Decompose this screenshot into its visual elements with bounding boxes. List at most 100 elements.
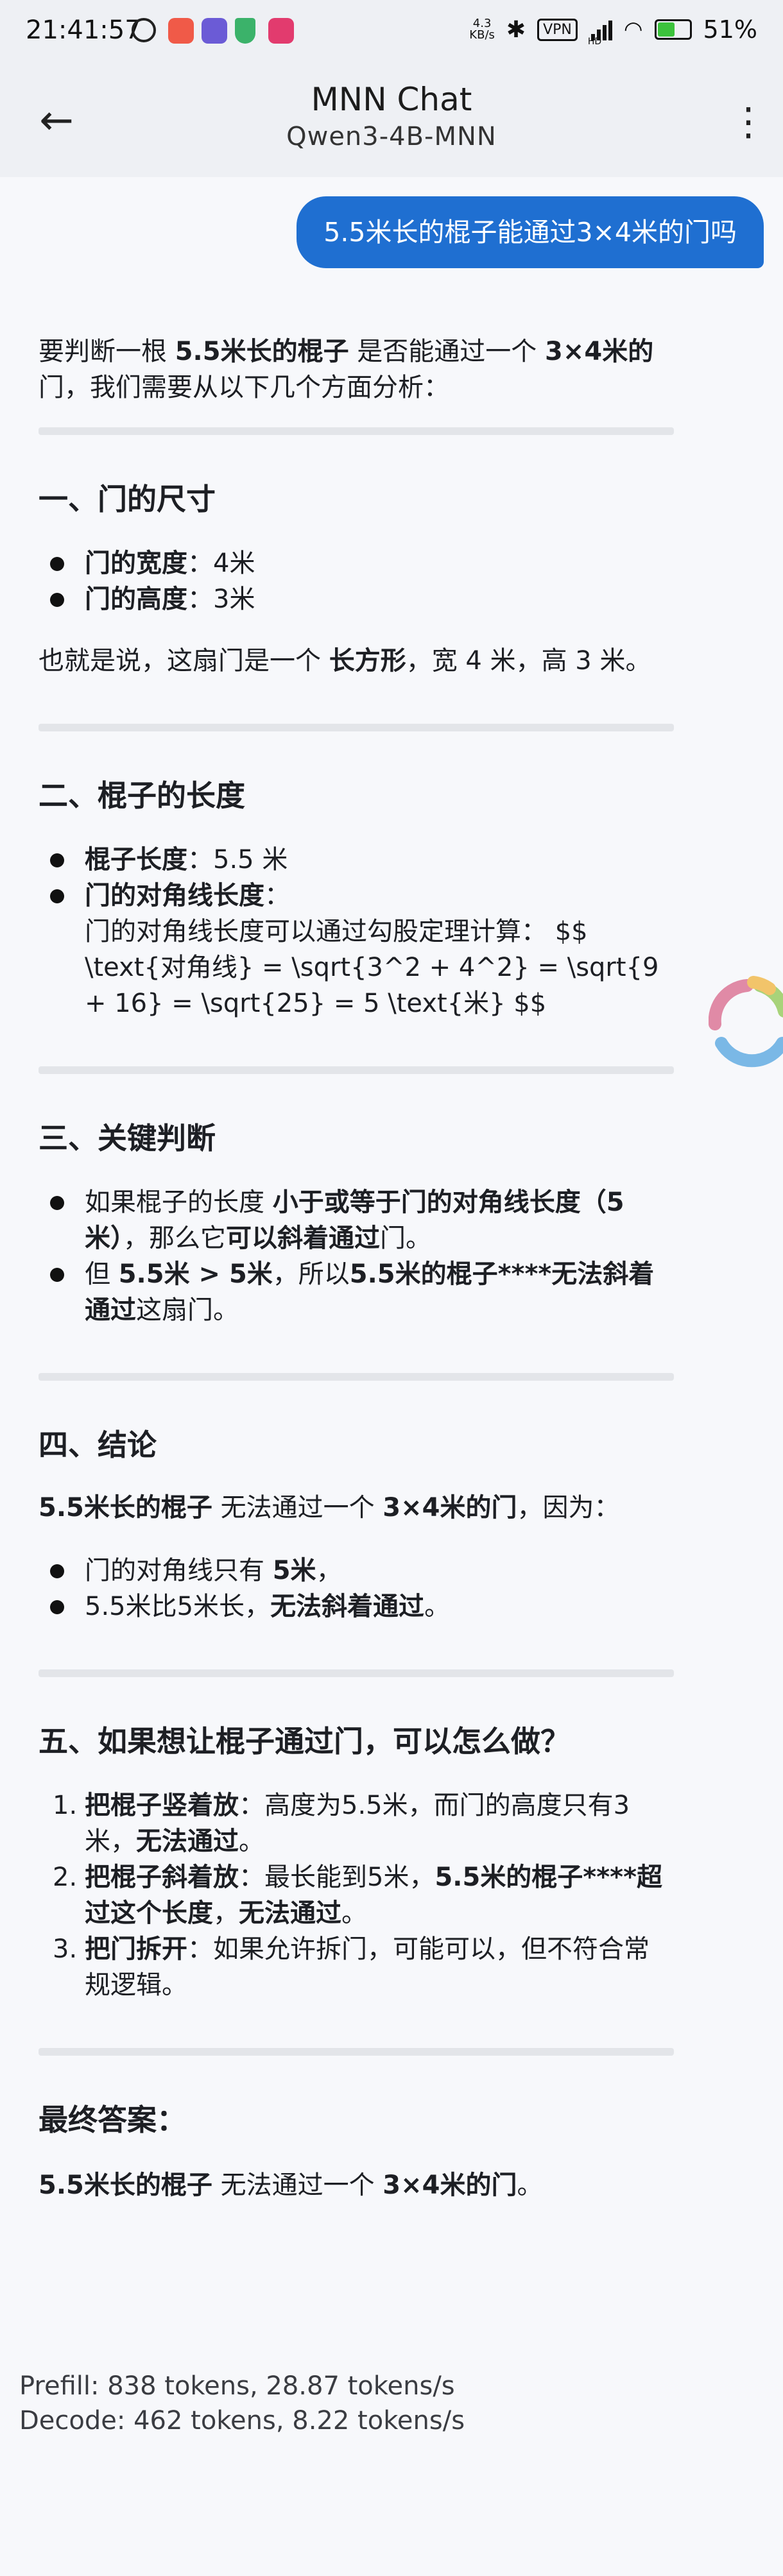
bullet xyxy=(50,889,64,903)
text: 门，我们需要从以下几个方面分析： xyxy=(39,373,449,402)
list-item: 棍子长度：5.5 米 xyxy=(39,842,674,878)
net-speed-unit: KB/s xyxy=(469,28,495,42)
bullet xyxy=(50,593,64,607)
text: ，那么它 xyxy=(123,1224,226,1253)
paragraph: 也就是说，这扇门是一个 长方形，宽 4 米，高 3 米。 xyxy=(39,643,674,679)
list-number: 2. xyxy=(53,1863,78,1892)
bullet-list: 门的宽度：4米 门的高度：3米 xyxy=(39,545,674,617)
text: 。 xyxy=(239,1827,264,1856)
text: ：最长能到5米， xyxy=(239,1863,435,1892)
bold-text: 把棍子竖着放 xyxy=(85,1791,239,1820)
alarm-icon xyxy=(132,18,156,42)
wifi-icon: ◠ xyxy=(623,17,643,42)
hd-label: HD xyxy=(587,37,602,47)
spinner-arc-pink xyxy=(709,979,753,1030)
generation-stats: Prefill: 838 tokens, 28.87 tokens/s Deco… xyxy=(19,2369,465,2438)
bullet xyxy=(50,1268,64,1282)
text: ：5.5 米 xyxy=(187,845,288,874)
list-number: 1. xyxy=(53,1791,78,1820)
list-item: 3. 把门拆开：如果允许拆门，可能可以，但不符合常规逻辑。 xyxy=(39,1931,674,2003)
text: 。 xyxy=(517,2171,543,2200)
loading-spinner-icon xyxy=(709,976,783,1068)
vpn-badge: VPN xyxy=(537,18,578,41)
final-answer: 5.5米长的棍子 无法通过一个 3×4米的门。 xyxy=(39,2167,674,2203)
divider xyxy=(39,1373,674,1381)
section-heading: 三、关键判断 xyxy=(39,1121,216,1156)
spinner-arc-yellow xyxy=(747,976,776,995)
bold-text: 门的对角线长度 xyxy=(85,881,264,910)
text: ，所以 xyxy=(272,1259,350,1289)
text: 。 xyxy=(341,1898,367,1928)
bullet xyxy=(50,1564,64,1578)
net-speed: 4.3 KB/s xyxy=(469,18,495,41)
bold-text: 5.5米长的棍子 xyxy=(39,2171,212,2200)
text: 。 xyxy=(424,1592,451,1621)
bold-text: 无法通过 xyxy=(239,1898,341,1928)
spinner-arc-blue xyxy=(715,1037,783,1068)
list-item: 门的高度：3米 xyxy=(39,581,674,617)
list-item: 5.5米比5米长，无法斜着通过。 xyxy=(39,1589,674,1625)
section-heading: 二、棍子的长度 xyxy=(39,778,245,813)
text: 如果棍子的长度 xyxy=(85,1188,273,1217)
bold-text: 5.5米长的棍子 xyxy=(39,1493,212,1523)
messenger-app-icon xyxy=(202,18,227,44)
list-item: 2. 把棍子斜着放：最长能到5米，5.5米的棍子****超过这个长度，无法通过。 xyxy=(39,1859,674,1931)
bullet xyxy=(50,1196,64,1210)
text: 门的对角线只有 xyxy=(85,1556,273,1585)
app-title: MNN Chat xyxy=(311,81,472,118)
bold-text: 3×4米的门 xyxy=(383,1493,517,1523)
list-item: 但 5.5米 > 5米，所以5.5米的棍子****无法斜着通过这扇门。 xyxy=(39,1256,674,1328)
text: 无法通过一个 xyxy=(212,2171,383,2200)
prefill-stats: Prefill: 838 tokens, 28.87 tokens/s xyxy=(19,2371,455,2401)
video-app-icon xyxy=(168,18,194,44)
bullet-list: 如果棍子的长度 小于或等于门的对角线长度（5米），那么它可以斜着通过门。 但 5… xyxy=(39,1184,674,1328)
divider xyxy=(39,724,674,731)
text: ，因为： xyxy=(517,1493,620,1523)
bold-text: 5米 xyxy=(272,1556,316,1585)
status-right: 4.3 KB/s ✱ VPN HD ◠ 51% xyxy=(469,15,757,47)
bold-text: 无法通过 xyxy=(136,1827,239,1856)
text: ， xyxy=(213,1898,239,1928)
bold-text: 棍子长度 xyxy=(85,845,187,874)
bold-text: 无法斜着通过 xyxy=(270,1592,425,1621)
text: 要判断一根 xyxy=(39,337,175,366)
bold-text: 3×4米的 xyxy=(545,337,654,366)
list-item: 门的对角线长度： 门的对角线长度可以通过勾股定理计算： $$ \text{对角线}… xyxy=(39,878,674,1021)
divider xyxy=(39,427,674,435)
model-name: Qwen3-4B-MNN xyxy=(286,122,497,151)
text: ，宽 4 米，高 3 米。 xyxy=(406,646,651,676)
camera-app-icon xyxy=(268,18,294,44)
bold-text: 门的宽度 xyxy=(85,549,187,578)
battery-level: 51% xyxy=(703,15,757,44)
formula-text: 门的对角线长度可以通过勾股定理计算： $$ \text{对角线} = \sqrt… xyxy=(85,917,659,1018)
bold-text: 把棍子斜着放 xyxy=(85,1863,239,1892)
final-answer-heading: 最终答案： xyxy=(39,2103,186,2137)
text: ， xyxy=(316,1556,342,1585)
section-heading: 四、结论 xyxy=(39,1428,157,1462)
bluetooth-icon: ✱ xyxy=(506,16,526,43)
text: 这扇门。 xyxy=(136,1295,239,1325)
list-item: 如果棍子的长度 小于或等于门的对角线长度（5米），那么它可以斜着通过门。 xyxy=(39,1184,674,1256)
paragraph: 5.5米长的棍子 无法通过一个 3×4米的门，因为： xyxy=(39,1490,674,1526)
text: 门。 xyxy=(380,1224,431,1253)
user-message-bubble[interactable]: 5.5米长的棍子能通过3×4米的门吗 xyxy=(297,196,764,268)
bold-text: 把门拆开 xyxy=(85,1934,187,1964)
signal-icon: HD xyxy=(588,19,612,47)
divider xyxy=(39,1066,674,1074)
more-vert-icon[interactable]: ⋮ xyxy=(729,99,768,145)
text: ：3米 xyxy=(187,584,255,614)
status-bar: 21:41:57 4.3 KB/s ✱ VPN HD ◠ 51% xyxy=(0,0,783,67)
bold-text: 5.5米长的棍子 xyxy=(175,337,349,366)
app-bar: ← MNN Chat Qwen3-4B-MNN ⋮ xyxy=(0,67,783,177)
bold-text: 3×4米的门 xyxy=(383,2171,517,2200)
battery-icon xyxy=(654,19,692,40)
text: 是否能通过一个 xyxy=(348,337,546,366)
assistant-reply[interactable]: 要判断一根 5.5米长的棍子 是否能通过一个 3×4米的门，我们需要从以下几个方… xyxy=(39,334,674,2203)
list-item: 门的对角线只有 5米， xyxy=(39,1553,674,1589)
divider xyxy=(39,2048,674,2056)
decode-stats: Decode: 462 tokens, 8.22 tokens/s xyxy=(19,2406,465,2435)
bold-text: 可以斜着通过 xyxy=(226,1224,380,1253)
bullet xyxy=(50,1600,64,1614)
bullet xyxy=(50,557,64,571)
bold-text: 5.5米 > 5米 xyxy=(118,1259,273,1289)
